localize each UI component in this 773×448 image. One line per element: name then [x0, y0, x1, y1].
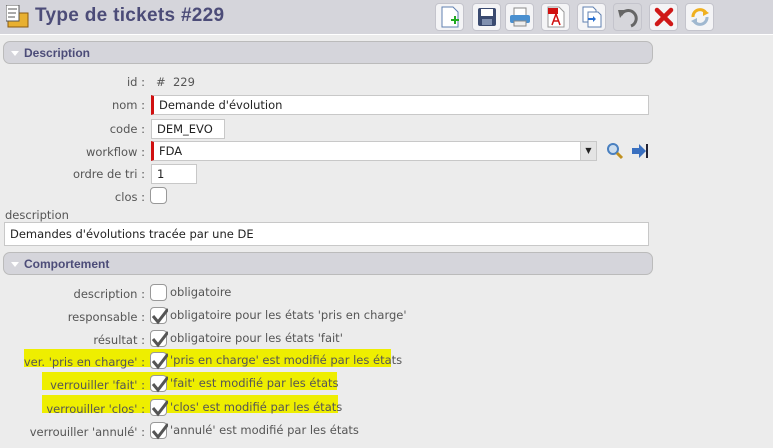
behaviour-text: 'clos' est modifié par les états	[170, 400, 343, 414]
header: Type de tickets #229	[0, 0, 773, 35]
behaviour-label: verrouiller 'fait' :	[50, 378, 145, 392]
behaviour-text: obligatoire pour les états 'fait'	[170, 331, 343, 345]
description-label: description	[5, 208, 69, 222]
undo-button[interactable]	[613, 3, 642, 31]
clos-checkbox[interactable]	[150, 187, 167, 204]
print-icon	[509, 7, 531, 27]
checkmark-icon	[151, 423, 168, 440]
print-button[interactable]	[505, 3, 534, 31]
delete-button[interactable]	[649, 3, 678, 31]
clos-label: clos :	[114, 190, 145, 204]
section-behaviour-header[interactable]: Comportement	[3, 252, 653, 275]
pdf-icon	[547, 6, 565, 28]
refresh-button[interactable]	[685, 3, 714, 31]
pdf-button[interactable]	[541, 3, 570, 31]
nom-input[interactable]: Demande d'évolution	[151, 95, 649, 115]
goto-arrow-icon[interactable]	[631, 142, 649, 160]
behaviour-checkbox[interactable]	[150, 399, 168, 417]
behaviour-label: description :	[73, 287, 145, 301]
page-title: Type de tickets #229	[35, 5, 225, 26]
save-icon	[477, 7, 497, 27]
workflow-label: workflow :	[85, 145, 145, 159]
new-button[interactable]	[435, 3, 464, 31]
ordre-input[interactable]: 1	[151, 164, 197, 184]
workflow-select[interactable]: FDA ▼	[151, 141, 597, 161]
description-textarea[interactable]: Demandes d'évolutions tracée par une DE	[4, 222, 649, 246]
save-button[interactable]	[472, 3, 501, 31]
duplicate-icon	[582, 6, 602, 28]
behaviour-checkbox[interactable]	[150, 284, 167, 301]
behaviour-checkbox[interactable]	[150, 352, 168, 370]
chevron-down-icon: ▼	[580, 142, 596, 160]
behaviour-text: 'fait' est modifié par les états	[170, 376, 339, 390]
new-icon	[441, 6, 459, 28]
undo-icon	[617, 6, 639, 28]
ordre-label: ordre de tri :	[72, 167, 145, 181]
delete-icon	[654, 7, 674, 27]
behaviour-label: résultat :	[93, 333, 145, 347]
behaviour-checkbox[interactable]	[150, 375, 168, 393]
checkmark-icon	[151, 308, 168, 325]
behaviour-text: obligatoire pour les états 'pris en char…	[170, 308, 407, 322]
behaviour-checkbox[interactable]	[150, 330, 168, 348]
duplicate-button[interactable]	[577, 3, 606, 31]
code-label: code :	[109, 122, 145, 136]
id-value: # 229	[156, 75, 195, 89]
checkmark-icon	[151, 376, 168, 393]
behaviour-label: verrouiller 'clos' :	[46, 402, 145, 416]
behaviour-checkbox[interactable]	[150, 422, 168, 440]
behaviour-text: 'pris en charge' est modifié par les éta…	[170, 353, 403, 367]
id-label: id :	[126, 75, 145, 89]
behaviour-label: verrouiller 'annulé' :	[29, 425, 145, 439]
checkmark-icon	[151, 353, 168, 370]
checkmark-icon	[151, 331, 168, 348]
nom-label: nom :	[111, 98, 145, 112]
ticket-type-icon	[6, 5, 29, 28]
checkmark-icon	[151, 400, 168, 417]
workflow-value: FDA	[159, 144, 183, 158]
behaviour-checkbox[interactable]	[150, 307, 168, 325]
behaviour-label: responsable :	[67, 310, 145, 324]
refresh-icon	[689, 6, 711, 28]
behaviour-text: obligatoire	[170, 285, 232, 299]
behaviour-text: 'annulé' est modifié par les états	[170, 423, 359, 437]
section-description-header[interactable]: Description	[3, 41, 653, 64]
search-icon[interactable]	[606, 142, 624, 160]
behaviour-label: ver. 'pris en charge' :	[23, 355, 145, 369]
code-input[interactable]: DEM_EVO	[151, 119, 225, 139]
